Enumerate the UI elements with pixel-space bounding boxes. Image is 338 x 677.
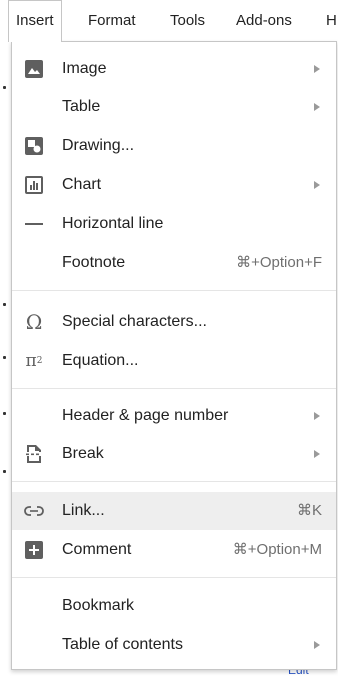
page-break-icon [24, 444, 44, 464]
menu-item-label: Footnote [62, 254, 126, 271]
menu-item-label: Horizontal line [62, 215, 164, 232]
menu-item-header-page-number[interactable]: Header & page number [12, 397, 336, 435]
menu-item-chart[interactable]: Chart [12, 166, 336, 204]
submenu-arrow-icon [314, 412, 320, 420]
menu-item-table-of-contents[interactable]: Table of contents [12, 626, 336, 664]
menu-item-special-characters[interactable]: Ω Special characters... [12, 303, 336, 341]
shortcut-text: ⌘+Option+F [236, 254, 322, 271]
doc-mark [3, 412, 6, 415]
doc-mark [3, 86, 6, 89]
menu-separator [12, 481, 336, 482]
menu-item-label: Equation... [62, 352, 139, 369]
shortcut-text: ⌘K [296, 502, 322, 519]
menu-item-label: Break [62, 445, 104, 462]
menu-item-label: Table [62, 98, 101, 115]
menu-item-horizontal-line[interactable]: Horizontal line [12, 205, 336, 243]
link-icon [24, 501, 44, 521]
menu-item-label: Link... [62, 502, 105, 519]
menu-item-image[interactable]: Image [12, 50, 336, 88]
pi-squared-icon: π2 [25, 351, 43, 371]
menu-item-drawing[interactable]: Drawing... [12, 127, 336, 165]
menu-item-label: Table of contents [62, 636, 183, 653]
shortcut-text: ⌘+Option+M [232, 541, 322, 558]
menu-item-label: Chart [62, 176, 102, 193]
chart-icon [24, 175, 44, 195]
menu-item-equation[interactable]: π2 Equation... [12, 342, 336, 380]
menu-bar: Insert Format Tools Add-ons H [0, 0, 338, 42]
menu-format[interactable]: Format [88, 0, 136, 42]
menu-separator [12, 388, 336, 389]
menu-separator [12, 290, 336, 291]
menu-item-label: Bookmark [62, 597, 135, 614]
doc-mark [3, 303, 6, 306]
doc-mark [3, 356, 6, 359]
doc-mark [3, 470, 6, 473]
image-icon [24, 59, 44, 79]
menu-item-bookmark[interactable]: Bookmark [12, 587, 336, 625]
menu-item-label: Header & page number [62, 407, 229, 424]
horizontal-line-icon [24, 214, 44, 234]
menu-item-link[interactable]: Link... ⌘K [12, 492, 336, 530]
menu-item-label: Drawing... [62, 137, 135, 154]
menu-help[interactable]: H [326, 0, 337, 42]
menu-add-ons[interactable]: Add-ons [236, 0, 292, 42]
submenu-arrow-icon [314, 65, 320, 73]
menu-item-break[interactable]: Break [12, 435, 336, 473]
menu-item-label: Special characters... [62, 313, 207, 330]
menu-insert[interactable]: Insert [8, 0, 62, 42]
menu-item-footnote[interactable]: Footnote ⌘+Option+F [12, 244, 336, 282]
menu-item-comment[interactable]: Comment ⌘+Option+M [12, 531, 336, 569]
submenu-arrow-icon [314, 103, 320, 111]
submenu-arrow-icon [314, 181, 320, 189]
menu-item-label: Image [62, 60, 107, 77]
comment-add-icon [24, 540, 44, 560]
submenu-arrow-icon [314, 641, 320, 649]
insert-menu-dropdown: Image Table Drawing... Chart Horizontal … [11, 41, 337, 670]
menu-separator [12, 577, 336, 578]
menu-item-table[interactable]: Table [12, 88, 336, 126]
submenu-arrow-icon [314, 450, 320, 458]
drawing-icon [24, 136, 44, 156]
omega-icon: Ω [25, 310, 43, 334]
menu-tools[interactable]: Tools [170, 0, 205, 42]
menu-item-label: Comment [62, 541, 132, 558]
